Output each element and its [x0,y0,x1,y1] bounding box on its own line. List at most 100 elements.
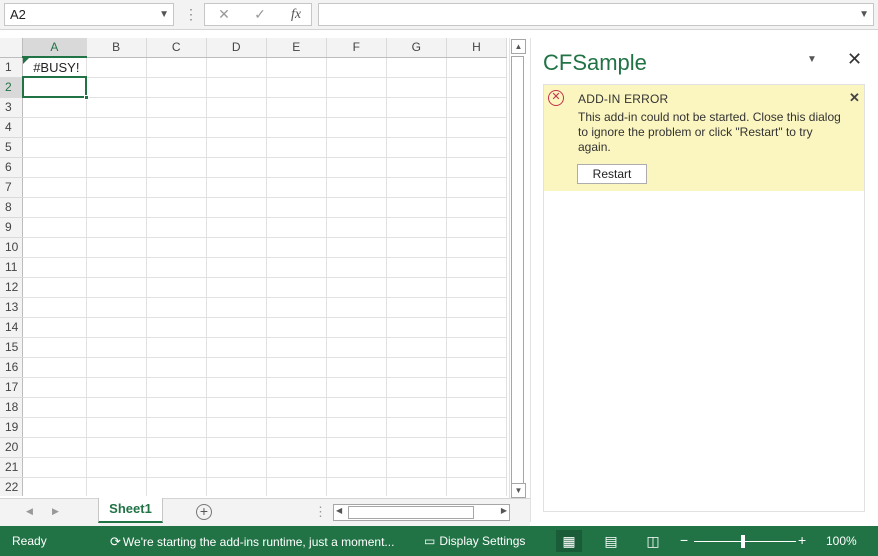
cell-g5[interactable] [386,137,447,158]
cell-f11[interactable] [326,257,387,278]
cell-h3[interactable] [446,97,507,118]
cell-d22[interactable] [206,477,267,496]
chevron-down-icon[interactable]: ▼ [807,54,817,65]
cell-b20[interactable] [86,437,147,458]
cell-g16[interactable] [386,357,447,378]
close-icon[interactable]: ✕ [847,49,862,70]
cell-c3[interactable] [146,97,207,118]
formula-input[interactable]: ▼ [318,3,874,26]
cell-f19[interactable] [326,417,387,438]
row-header-17[interactable]: 17 [0,377,24,398]
cell-e15[interactable] [266,337,327,358]
row-header-18[interactable]: 18 [0,397,24,418]
cell-a11[interactable] [22,257,87,278]
cell-h18[interactable] [446,397,507,418]
cell-c7[interactable] [146,177,207,198]
column-header-d[interactable]: D [206,38,267,58]
cell-e2[interactable] [266,77,327,98]
cell-b2[interactable] [86,77,147,98]
cell-b17[interactable] [86,377,147,398]
cell-e17[interactable] [266,377,327,398]
select-all-corner[interactable] [0,38,24,58]
cell-e3[interactable] [266,97,327,118]
cell-f16[interactable] [326,357,387,378]
cell-e19[interactable] [266,417,327,438]
cell-d12[interactable] [206,277,267,298]
close-icon[interactable]: ✕ [209,4,239,25]
cell-f3[interactable] [326,97,387,118]
vertical-scrollbar[interactable]: ▲ ▼ [509,38,526,502]
cell-h20[interactable] [446,437,507,458]
row-header-11[interactable]: 11 [0,257,24,278]
cell-c13[interactable] [146,297,207,318]
cell-d9[interactable] [206,217,267,238]
cell-g15[interactable] [386,337,447,358]
cell-f5[interactable] [326,137,387,158]
cell-b22[interactable] [86,477,147,496]
cell-g19[interactable] [386,417,447,438]
row-header-20[interactable]: 20 [0,437,24,458]
cell-f10[interactable] [326,237,387,258]
cell-c18[interactable] [146,397,207,418]
cell-d14[interactable] [206,317,267,338]
cell-e21[interactable] [266,457,327,478]
cell-b5[interactable] [86,137,147,158]
cell-d21[interactable] [206,457,267,478]
cell-d13[interactable] [206,297,267,318]
column-header-c[interactable]: C [146,38,207,58]
row-header-19[interactable]: 19 [0,417,24,438]
cell-c10[interactable] [146,237,207,258]
cell-g17[interactable] [386,377,447,398]
cell-d6[interactable] [206,157,267,178]
cell-e12[interactable] [266,277,327,298]
cell-g21[interactable] [386,457,447,478]
cell-h7[interactable] [446,177,507,198]
zoom-slider-track[interactable] [694,541,796,542]
cell-e11[interactable] [266,257,327,278]
normal-view-icon[interactable]: ▦ [556,530,582,552]
cell-f2[interactable] [326,77,387,98]
error-indicator-icon[interactable] [23,58,29,64]
cell-f9[interactable] [326,217,387,238]
insert-function-button[interactable]: fx [281,4,311,25]
row-header-21[interactable]: 21 [0,457,24,478]
row-header-14[interactable]: 14 [0,317,24,338]
cell-h4[interactable] [446,117,507,138]
scroll-right-icon[interactable]: ▶ [501,506,507,515]
chevron-down-icon[interactable]: ▼ [159,4,169,25]
cell-e7[interactable] [266,177,327,198]
cell-f7[interactable] [326,177,387,198]
row-header-3[interactable]: 3 [0,97,24,118]
cell-e5[interactable] [266,137,327,158]
cell-f22[interactable] [326,477,387,496]
cell-f15[interactable] [326,337,387,358]
cell-d3[interactable] [206,97,267,118]
cell-d4[interactable] [206,117,267,138]
cell-g12[interactable] [386,277,447,298]
cell-d16[interactable] [206,357,267,378]
cell-a15[interactable] [22,337,87,358]
cell-g18[interactable] [386,397,447,418]
cell-g1[interactable] [386,57,447,78]
row-header-1[interactable]: 1 [0,57,24,78]
row-header-7[interactable]: 7 [0,177,24,198]
row-header-13[interactable]: 13 [0,297,24,318]
cell-b9[interactable] [86,217,147,238]
horizontal-scroll-thumb[interactable] [348,506,474,519]
cell-h12[interactable] [446,277,507,298]
cell-b7[interactable] [86,177,147,198]
row-header-10[interactable]: 10 [0,237,24,258]
cell-h6[interactable] [446,157,507,178]
cell-e13[interactable] [266,297,327,318]
cell-g10[interactable] [386,237,447,258]
cell-h11[interactable] [446,257,507,278]
cell-a14[interactable] [22,317,87,338]
cell-g6[interactable] [386,157,447,178]
cell-e16[interactable] [266,357,327,378]
cell-d18[interactable] [206,397,267,418]
cell-b13[interactable] [86,297,147,318]
cell-a17[interactable] [22,377,87,398]
row-header-12[interactable]: 12 [0,277,24,298]
cell-d1[interactable] [206,57,267,78]
tab-sheet1[interactable]: Sheet1 [98,498,163,523]
